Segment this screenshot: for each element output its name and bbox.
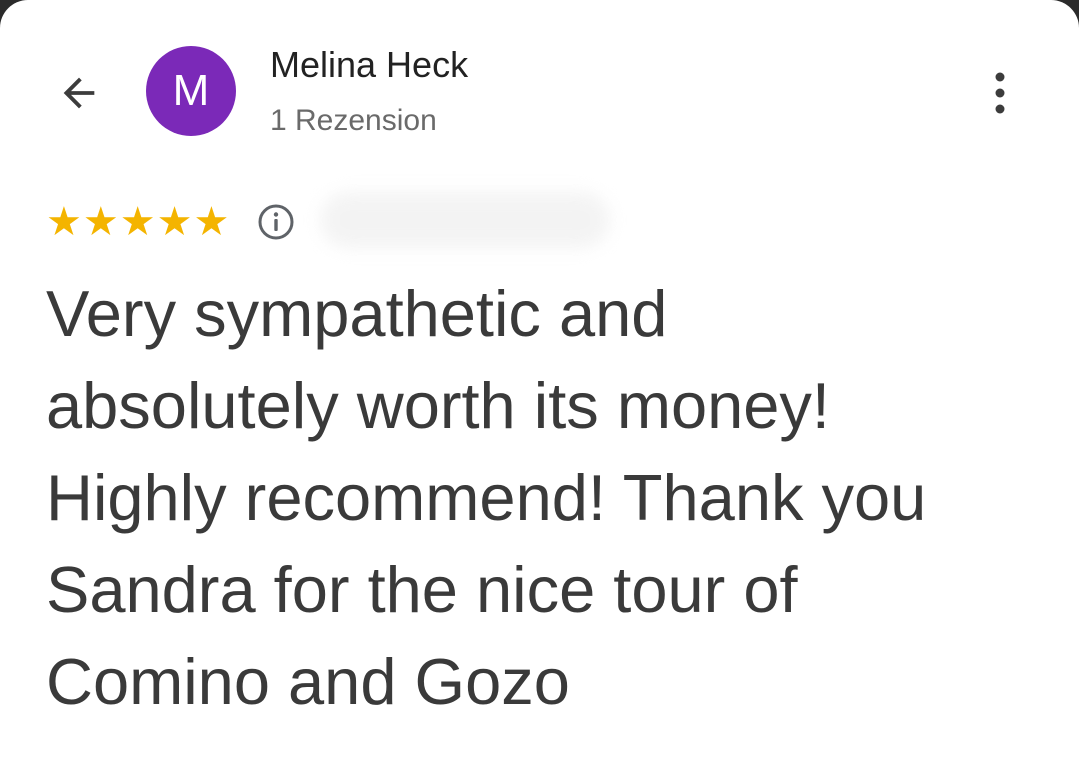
review-text-line: Very sympathetic and (46, 277, 668, 350)
more-vert-icon (995, 72, 1005, 114)
avatar[interactable]: M (146, 46, 236, 136)
star-icon: ★ (193, 199, 230, 245)
review-text: Very sympathetic and absolutely worth it… (46, 268, 1046, 728)
review-text-line: Comino and Gozo (46, 645, 570, 718)
arrow-left-icon (63, 77, 95, 109)
review-text-line: absolutely worth its money! (46, 369, 830, 442)
info-button[interactable] (256, 202, 296, 242)
star-rating: ★ ★ ★ ★ ★ (46, 200, 229, 244)
star-icon: ★ (82, 199, 119, 245)
info-icon (258, 204, 294, 240)
review-count[interactable]: 1 Rezension (270, 104, 437, 138)
more-options-button[interactable] (980, 66, 1020, 120)
star-icon: ★ (119, 199, 156, 245)
avatar-letter: M (172, 66, 210, 115)
review-card: M Melina Heck 1 Rezension ★ ★ ★ ★ ★ Very… (0, 0, 1079, 766)
star-icon: ★ (46, 199, 82, 245)
reviewer-name[interactable]: Melina Heck (270, 44, 468, 86)
review-text-line: Highly recommend! Thank you (46, 461, 927, 534)
redacted-date (320, 192, 610, 248)
back-button[interactable] (52, 66, 106, 120)
review-text-line: Sandra for the nice tour of (46, 553, 798, 626)
star-icon: ★ (156, 199, 193, 245)
